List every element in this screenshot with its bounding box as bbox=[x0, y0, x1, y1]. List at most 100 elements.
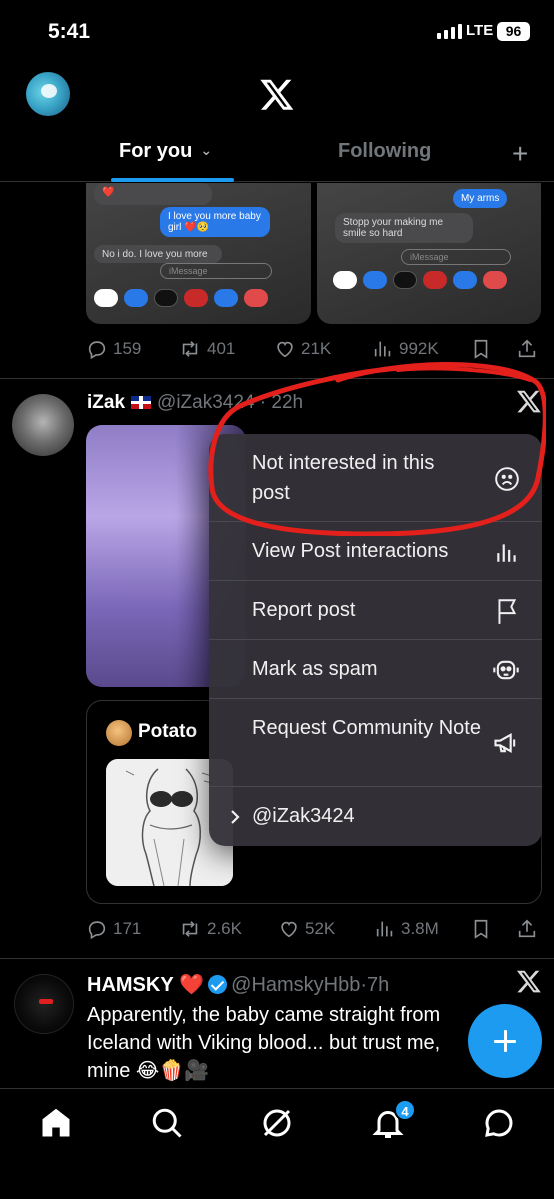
grok-icon[interactable] bbox=[259, 1105, 295, 1141]
add-tab-icon[interactable]: + bbox=[512, 138, 528, 170]
repost-count: 401 bbox=[207, 339, 236, 358]
tab-for-you[interactable]: For you ⌄ bbox=[119, 140, 212, 163]
search-icon[interactable] bbox=[149, 1105, 185, 1141]
post-actions: 171 2.6K 52K 3.8M bbox=[86, 914, 544, 944]
bottom-navigation: 4 bbox=[0, 1088, 554, 1199]
battery-icon: 96 bbox=[497, 22, 530, 41]
post-divider bbox=[0, 378, 554, 379]
menu-item-author-profile[interactable]: @iZak3424 bbox=[209, 787, 542, 846]
signal-icon bbox=[437, 24, 462, 39]
bookmark-button[interactable] bbox=[470, 338, 492, 360]
heart-icon bbox=[277, 341, 293, 358]
separator-dot: · bbox=[254, 392, 272, 413]
bookmark-button[interactable] bbox=[470, 918, 492, 940]
menu-item-label: Report post bbox=[252, 599, 356, 621]
menu-item-label: Request Community Note bbox=[252, 717, 481, 739]
post-image[interactable]: ❤️ I love you more baby girl ❤️🥺 No i do… bbox=[86, 183, 311, 324]
menu-item-label: Mark as spam bbox=[252, 658, 378, 680]
tab-for-you-label: For you bbox=[119, 140, 193, 162]
author-name[interactable]: HAMSKY bbox=[87, 974, 174, 996]
post-actions: 159 401 21K 992K bbox=[86, 334, 544, 364]
author-avatar[interactable] bbox=[14, 974, 74, 1034]
menu-item-label: View Post interactions bbox=[252, 540, 449, 562]
profile-avatar[interactable] bbox=[26, 72, 70, 116]
tab-following[interactable]: Following bbox=[338, 140, 431, 163]
x-logo-icon bbox=[260, 79, 294, 110]
share-icon bbox=[518, 919, 536, 938]
message-bubble: I love you more baby girl ❤️🥺 bbox=[160, 207, 270, 237]
menu-item-not-interested[interactable]: Not interested in this post bbox=[209, 434, 542, 522]
robot-icon bbox=[493, 660, 519, 680]
author-handle[interactable]: @iZak3424 bbox=[157, 392, 254, 413]
verified-badge-icon bbox=[208, 975, 228, 994]
views-count: 3.8M bbox=[401, 919, 439, 938]
repost-icon bbox=[182, 341, 198, 357]
share-button[interactable] bbox=[516, 918, 538, 940]
reply-icon bbox=[88, 921, 106, 940]
x-icon bbox=[516, 970, 541, 993]
repost-count: 2.6K bbox=[207, 919, 242, 938]
views-icon bbox=[376, 921, 393, 937]
menu-item-community-note[interactable]: Request Community Note bbox=[209, 699, 542, 787]
messages-icon[interactable] bbox=[481, 1105, 517, 1141]
views-button[interactable]: 3.8M bbox=[374, 918, 439, 940]
author-avatar[interactable] bbox=[12, 394, 74, 456]
chevron-right-icon bbox=[231, 810, 240, 824]
menu-item-label: @iZak3424 bbox=[252, 805, 355, 827]
post-time: 22h bbox=[271, 392, 304, 413]
like-count: 21K bbox=[301, 339, 332, 358]
like-button[interactable]: 52K bbox=[278, 918, 335, 940]
network-label: LTE bbox=[466, 22, 494, 39]
menu-item-report[interactable]: Report post bbox=[209, 581, 542, 640]
flag-icon bbox=[498, 599, 517, 624]
share-icon bbox=[518, 339, 536, 358]
status-bar: 5:41 LTE 96 bbox=[0, 0, 554, 62]
views-count: 992K bbox=[399, 339, 439, 358]
reply-icon bbox=[88, 341, 106, 360]
like-count: 52K bbox=[305, 919, 336, 938]
bookmark-icon bbox=[474, 919, 488, 939]
grok-x-icon[interactable] bbox=[516, 968, 542, 1001]
compose-post-button[interactable] bbox=[468, 1004, 542, 1078]
megaphone-icon bbox=[494, 733, 516, 753]
x-icon bbox=[516, 390, 541, 413]
repost-button[interactable]: 401 bbox=[178, 338, 235, 360]
flag-icon bbox=[131, 396, 152, 409]
views-button[interactable]: 992K bbox=[372, 338, 439, 360]
home-icon[interactable] bbox=[38, 1105, 74, 1141]
frown-face-icon bbox=[495, 467, 519, 491]
message-bubble: Stopp your making me smile so hard bbox=[335, 213, 473, 243]
timeline-tabs: For you ⌄ Following + bbox=[0, 130, 554, 182]
repost-icon bbox=[182, 921, 198, 937]
post-divider bbox=[0, 958, 554, 959]
message-bubble: ❤️ bbox=[94, 183, 212, 205]
views-icon bbox=[374, 341, 391, 357]
repost-button[interactable]: 2.6K bbox=[178, 918, 242, 940]
post-text: Apparently, the baby came straight from … bbox=[87, 1004, 441, 1082]
quoted-author-avatar bbox=[106, 720, 132, 746]
share-button[interactable] bbox=[516, 338, 538, 360]
menu-item-spam[interactable]: Mark as spam bbox=[209, 640, 542, 699]
message-bubble: My arms bbox=[453, 189, 508, 208]
quoted-author-name: Potato bbox=[138, 721, 198, 742]
imessage-field: iMessage bbox=[401, 249, 511, 265]
reply-button[interactable]: 171 bbox=[86, 918, 141, 940]
notifications-badge: 4 bbox=[394, 1099, 416, 1121]
chevron-down-icon[interactable]: ⌄ bbox=[200, 142, 212, 159]
imessage-field: iMessage bbox=[160, 263, 272, 279]
menu-item-label: Not interested in this post bbox=[252, 452, 435, 504]
grok-x-icon[interactable] bbox=[516, 388, 542, 421]
post-image[interactable]: My arms Stopp your making me smile so ha… bbox=[317, 183, 541, 324]
reply-count: 171 bbox=[113, 919, 142, 938]
message-bubble: No i do. I love you more bbox=[94, 245, 222, 263]
menu-item-view-interactions[interactable]: View Post interactions bbox=[209, 522, 542, 581]
heart-emoji: ❤️ bbox=[179, 974, 205, 996]
heart-icon bbox=[281, 921, 297, 938]
app-icon-row bbox=[94, 289, 268, 307]
reply-button[interactable]: 159 bbox=[86, 338, 141, 360]
author-handle[interactable]: @HamskyHbb bbox=[231, 974, 360, 996]
like-button[interactable]: 21K bbox=[274, 338, 331, 360]
reply-count: 159 bbox=[113, 339, 142, 358]
bookmark-icon bbox=[474, 339, 488, 359]
author-name[interactable]: iZak bbox=[87, 392, 125, 413]
